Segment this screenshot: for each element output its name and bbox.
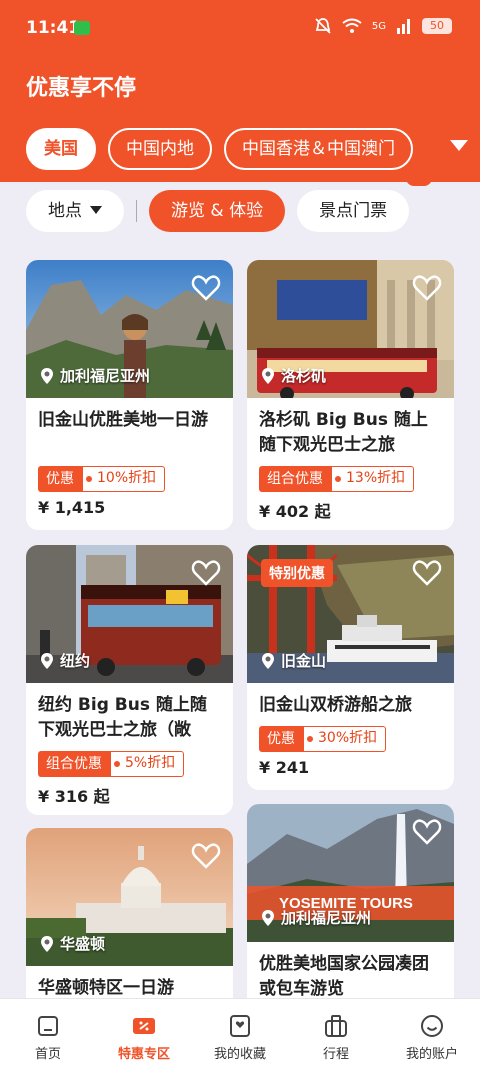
tour-filter-button[interactable]: 游览 & 体验 bbox=[149, 190, 286, 232]
heart-icon[interactable] bbox=[191, 559, 221, 587]
deal-card-sf-yosemite[interactable]: 加利福尼亚州 旧金山优胜美地一日游 优惠 10%折扣 ¥ 1,415 bbox=[26, 260, 233, 530]
location-pin-icon bbox=[262, 367, 274, 384]
region-tab-hk-macau[interactable]: 中国香港＆中国澳门 bbox=[224, 128, 413, 170]
tab-label: 我的收藏 bbox=[213, 1047, 266, 1062]
heart-icon[interactable] bbox=[191, 274, 221, 302]
deal-card-la-bigbus[interactable]: 洛杉矶 洛杉矶 Big Bus 随上随下观光巴士之旅（敞... 组合优惠13%折… bbox=[247, 260, 454, 530]
region-tab-mainland[interactable]: 中国内地 bbox=[108, 128, 212, 170]
badge-discount: 13%折扣 bbox=[331, 466, 415, 492]
card-price: ¥ 241 bbox=[259, 758, 310, 777]
tab-label: 我的账户 bbox=[405, 1047, 458, 1062]
card-location: 加利福尼亚州 bbox=[40, 365, 150, 386]
discount-badge: 优惠 30%折扣 bbox=[259, 726, 442, 752]
tab-favorites[interactable]: 我的收藏 bbox=[192, 999, 288, 1072]
heart-icon[interactable] bbox=[412, 274, 442, 302]
tab-account[interactable]: 我的账户 bbox=[384, 999, 480, 1072]
card-price: ¥ 402 起 bbox=[259, 502, 331, 521]
coupon-icon bbox=[133, 1018, 155, 1034]
region-more-chevron-icon[interactable] bbox=[450, 140, 468, 151]
heart-icon[interactable] bbox=[191, 842, 221, 870]
status-time: 11:41 bbox=[26, 18, 81, 38]
smiley-icon bbox=[421, 1015, 443, 1037]
card-price: ¥ 1,415 bbox=[38, 498, 106, 517]
home-icon bbox=[38, 1016, 58, 1036]
badge-discount: 30%折扣 bbox=[303, 726, 387, 752]
battery-icon: 50 bbox=[422, 18, 452, 34]
status-bar: 11:41 5G 50 bbox=[0, 0, 480, 56]
card-location: 洛杉矶 bbox=[261, 365, 326, 386]
tab-label: 特惠专区 bbox=[117, 1047, 170, 1062]
card-image: 华盛顿 bbox=[26, 828, 233, 966]
heart-icon[interactable] bbox=[412, 559, 442, 587]
deal-card-yosemite-group[interactable]: YOSEMITE TOURS 加利福尼亚州 优胜美地国家公园凑团或包车游览 bbox=[247, 804, 454, 1028]
card-title: 旧金山优胜美地一日游 bbox=[38, 410, 208, 430]
location-filter-label: 地点 bbox=[48, 201, 82, 221]
badge-type: 组合优惠 bbox=[38, 751, 110, 777]
badge-type: 优惠 bbox=[38, 466, 82, 492]
wifi-icon bbox=[342, 18, 362, 33]
card-image: YOSEMITE TOURS 加利福尼亚州 bbox=[247, 804, 454, 942]
discount-badge: 组合优惠 13%折扣 bbox=[259, 466, 442, 492]
badge-type: 优惠 bbox=[259, 726, 303, 752]
card-location: 旧金山 bbox=[261, 650, 326, 671]
badge-discount: 10%折扣 bbox=[82, 466, 166, 492]
location-label: 华盛顿 bbox=[60, 935, 106, 953]
location-pin-icon bbox=[262, 652, 274, 669]
tab-trips[interactable]: 行程 bbox=[288, 999, 384, 1072]
badge-discount: 5%折扣 bbox=[110, 751, 185, 777]
card-image: 加利福尼亚州 bbox=[26, 260, 233, 398]
tab-home[interactable]: 首页 bbox=[0, 999, 96, 1072]
badge-type: 组合优惠 bbox=[259, 466, 331, 492]
card-price: ¥ 316 起 bbox=[38, 787, 110, 806]
deal-card-sf-cruise[interactable]: 特别优惠 旧金山 旧金山双桥游船之旅 优惠 30%折扣 ¥ 241 bbox=[247, 545, 454, 790]
mute-icon bbox=[315, 18, 331, 34]
favorites-icon bbox=[230, 1015, 250, 1037]
card-title: 洛杉矶 Big Bus 随上随下观光巴士之旅（敞... bbox=[259, 410, 428, 455]
location-label: 加利福尼亚州 bbox=[60, 367, 151, 385]
location-label: 洛杉矶 bbox=[281, 367, 327, 385]
location-label: 纽约 bbox=[60, 652, 91, 670]
location-label: 加利福尼亚州 bbox=[281, 909, 372, 927]
card-title: 旧金山双桥游船之旅 bbox=[259, 695, 412, 715]
heart-icon[interactable] bbox=[412, 818, 442, 846]
card-image: 纽约 bbox=[26, 545, 233, 683]
bottom-tab-bar: 首页 特惠专区 我的收藏 行程 我的账户 bbox=[0, 998, 480, 1072]
discount-badge: 组合优惠 5%折扣 bbox=[38, 751, 221, 777]
tickets-filter-button[interactable]: 景点门票 bbox=[297, 190, 410, 232]
signal-icon bbox=[397, 19, 410, 34]
card-image: 特别优惠 旧金山 bbox=[247, 545, 454, 683]
filter-divider bbox=[136, 200, 137, 222]
special-deal-tag: 特别优惠 bbox=[261, 559, 333, 587]
card-location: 华盛顿 bbox=[40, 933, 105, 954]
card-title: 纽约 Big Bus 随上随下观光巴士之旅（敞篷... bbox=[38, 695, 207, 740]
region-tab-usa[interactable]: 美国 bbox=[26, 128, 96, 170]
discount-badge: 优惠 10%折扣 bbox=[38, 466, 221, 492]
card-title: 优胜美地国家公园凑团或包车游览 bbox=[259, 954, 429, 999]
location-pin-icon bbox=[262, 909, 274, 926]
filter-bar: 地点 游览 & 体验 景点门票 bbox=[26, 190, 410, 232]
location-label: 旧金山 bbox=[281, 652, 327, 670]
wechat-icon bbox=[74, 21, 90, 35]
location-pin-icon bbox=[41, 652, 53, 669]
tab-label: 首页 bbox=[34, 1047, 61, 1062]
location-pin-icon bbox=[41, 935, 53, 952]
status-icons: 5G 50 bbox=[314, 17, 452, 35]
header-notch bbox=[406, 178, 432, 186]
card-image: 洛杉矶 bbox=[247, 260, 454, 401]
card-location: 纽约 bbox=[40, 650, 90, 671]
deal-card-ny-bigbus[interactable]: 纽约 纽约 Big Bus 随上随下观光巴士之旅（敞篷... 组合优惠5%折扣 … bbox=[26, 545, 233, 815]
page-title: 优惠享不停 bbox=[26, 76, 137, 101]
tab-deals[interactable]: 特惠专区 bbox=[96, 999, 192, 1072]
caret-down-icon bbox=[90, 206, 102, 214]
location-pin-icon bbox=[41, 367, 53, 384]
tab-label: 行程 bbox=[322, 1047, 349, 1062]
region-tabs: 美国 中国内地 中国香港＆中国澳门 bbox=[26, 128, 413, 172]
network-label: 5G bbox=[371, 20, 386, 32]
location-filter-button[interactable]: 地点 bbox=[26, 190, 124, 232]
suitcase-icon bbox=[325, 1015, 347, 1037]
card-location: 加利福尼亚州 bbox=[261, 907, 371, 928]
